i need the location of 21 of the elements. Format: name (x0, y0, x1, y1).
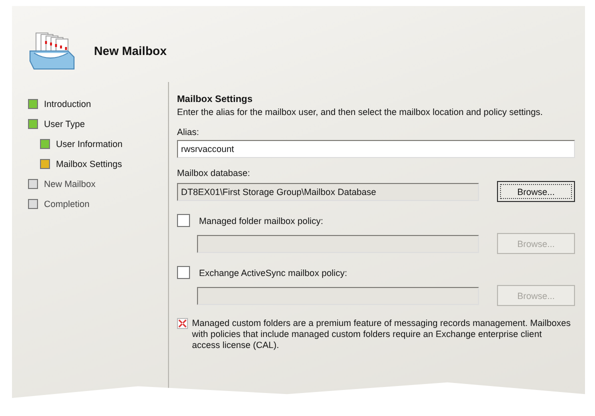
step-label: New Mailbox (44, 179, 96, 189)
mailbox-tray-icon (28, 31, 76, 71)
database-label: Mailbox database: (177, 168, 252, 178)
wizard-title: New Mailbox (94, 44, 167, 58)
step-label: User Type (44, 119, 85, 129)
step-label: User Information (56, 139, 123, 149)
step-label: Introduction (44, 99, 92, 109)
step-label: Completion (44, 199, 90, 209)
page-heading: Mailbox Settings (177, 94, 254, 105)
page-description: Enter the alias for the mailbox user, and then select the mailbox location and policy settings. (177, 107, 544, 117)
license-note: Managed custom folders are a premium feature of messaging records management. Mailboxes with policies that include managed custom folders require an Exchange enterprise client access license (CAL). (192, 318, 572, 351)
checkbox[interactable] (177, 266, 190, 279)
checkbox[interactable] (177, 214, 190, 227)
alias-field[interactable]: rwsrvaccount (177, 140, 575, 158)
checkbox-label: Managed folder mailbox policy: (199, 216, 324, 226)
checkbox-label: Exchange ActiveSync mailbox policy: (199, 268, 348, 278)
step-label: Mailbox Settings (56, 159, 122, 169)
exchange-arrows-icon (177, 318, 188, 329)
alias-label: Alias: (177, 127, 200, 137)
browse-button[interactable]: Browse... (497, 181, 575, 202)
database-field[interactable]: DT8EX01\First Storage Group\Mailbox Database (177, 182, 479, 200)
